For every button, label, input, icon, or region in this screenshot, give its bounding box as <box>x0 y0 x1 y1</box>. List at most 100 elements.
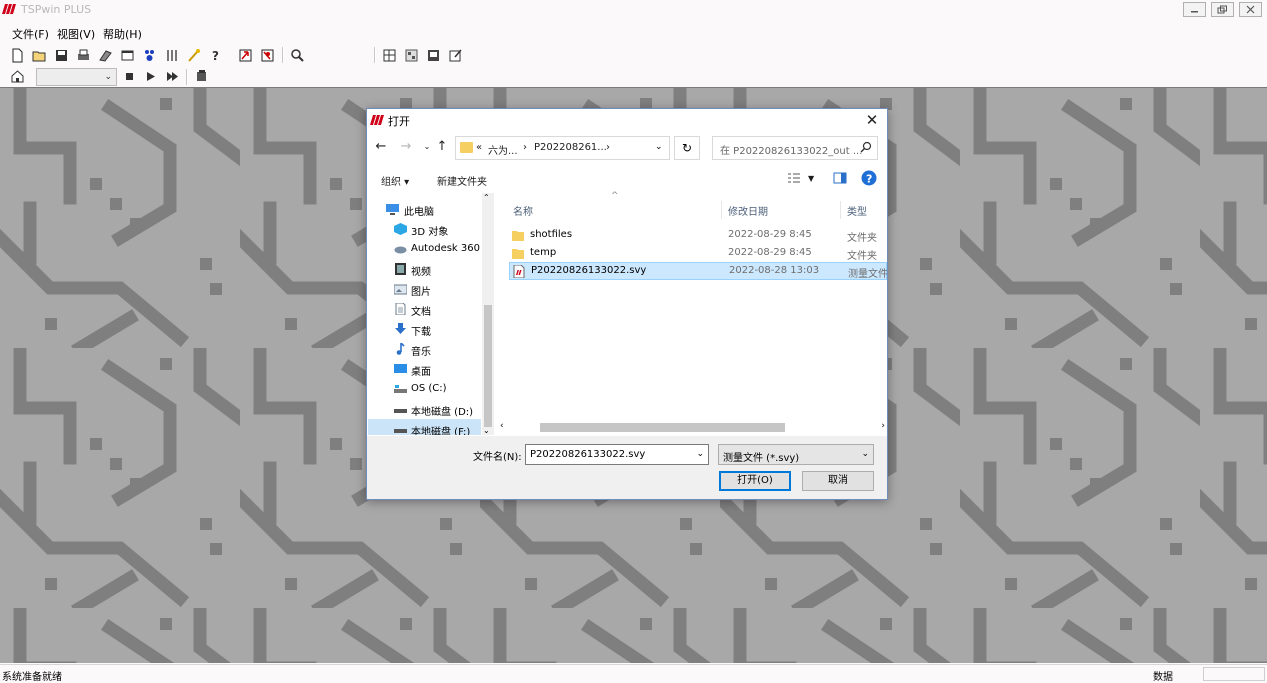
play-button[interactable] <box>141 67 159 85</box>
view-options-icon[interactable] <box>787 172 801 184</box>
breadcrumb-separator[interactable]: › <box>523 142 527 153</box>
menu-help[interactable]: 帮助(H) <box>103 26 142 42</box>
new-folder-button[interactable]: 新建文件夹 <box>437 173 487 188</box>
home-button[interactable] <box>8 67 26 85</box>
file-date: 2022-08-28 13:03 <box>729 265 820 276</box>
edit-view-icon <box>449 49 462 61</box>
nav-item-3d-objects[interactable]: 3D 对象 <box>368 219 481 239</box>
column-header-date[interactable]: 修改日期 <box>728 203 768 218</box>
image-view-button[interactable] <box>424 46 442 64</box>
back-button[interactable]: ← <box>373 139 389 155</box>
new-button[interactable] <box>8 46 26 64</box>
organize-button[interactable]: 组织 ▾ <box>381 173 409 188</box>
save-button[interactable] <box>52 46 70 64</box>
nav-pane-scrollbar[interactable]: ⌃ ⌄ <box>482 193 494 435</box>
breadcrumb-segment[interactable]: P202208261... <box>534 142 607 153</box>
file-name: P20220826133022.svy <box>531 265 647 276</box>
filetype-select[interactable]: 测量文件 (*.svy) ⌄ <box>718 444 874 465</box>
nav-item-pictures[interactable]: 图片 <box>368 279 481 299</box>
device-button[interactable] <box>192 67 210 85</box>
nav-item-this-pc[interactable]: 此电脑 <box>368 199 481 219</box>
restore-button[interactable] <box>1211 2 1234 17</box>
stop-button[interactable] <box>120 67 138 85</box>
nav-item-drive-f[interactable]: 本地磁盘 (F:) <box>368 419 481 435</box>
up-button[interactable]: ↑ <box>434 139 450 155</box>
print-button[interactable] <box>74 46 92 64</box>
column-header-name[interactable]: 名称 <box>513 203 533 218</box>
close-window-button[interactable] <box>1239 2 1262 17</box>
nav-item-drive-c[interactable]: OS (C:) <box>368 379 481 399</box>
nav-item-label: 桌面 <box>411 367 431 378</box>
open-button[interactable]: 打开(O) <box>719 471 791 491</box>
nav-item-downloads[interactable]: 下载 <box>368 319 481 339</box>
wand-button[interactable] <box>184 46 202 64</box>
menu-view[interactable]: 视图(V) <box>57 26 95 42</box>
wand-icon <box>187 48 200 62</box>
import-icon <box>239 49 251 61</box>
toolbar-combo[interactable]: ⌄ <box>36 68 117 86</box>
secondary-toolbar <box>0 66 1267 86</box>
file-list-horizontal-scrollbar[interactable]: ‹ › <box>497 421 887 434</box>
print-preview-button[interactable] <box>96 46 114 64</box>
import-button[interactable] <box>236 46 254 64</box>
help-context-button[interactable]: ? <box>206 46 224 64</box>
status-indicator-label: 数据 <box>1153 672 1173 683</box>
filename-value[interactable]: P20220826133022.svy <box>530 449 645 460</box>
scroll-right-icon[interactable]: › <box>881 421 885 431</box>
recent-locations-button[interactable]: ⌄ <box>419 139 435 155</box>
app-logo-icon <box>370 115 384 125</box>
column-divider[interactable] <box>840 201 841 219</box>
nav-item-documents[interactable]: 文档 <box>368 299 481 319</box>
breadcrumb-segment[interactable]: 六为... <box>488 142 518 157</box>
edit-view-button[interactable] <box>446 46 464 64</box>
search-box[interactable]: 在 P20220826133022_out ... <box>712 136 878 160</box>
search-input[interactable]: 在 P20220826133022_out ... <box>720 142 862 157</box>
column-header-type[interactable]: 类型 <box>847 203 867 218</box>
save-icon <box>55 49 67 61</box>
open-button[interactable] <box>30 46 48 64</box>
paw-icon <box>144 49 154 61</box>
nav-item-autodesk-360[interactable]: Autodesk 360 <box>368 239 481 259</box>
file-row-temp[interactable]: temp 2022-08-29 8:45 文件夹 <box>509 245 887 263</box>
tile-view-button[interactable] <box>402 46 420 64</box>
file-type: 文件夹 <box>847 251 877 262</box>
export-button[interactable] <box>258 46 276 64</box>
scroll-left-icon[interactable]: ‹ <box>500 421 504 431</box>
paw-button[interactable] <box>140 46 158 64</box>
nav-item-videos[interactable]: 视频 <box>368 259 481 279</box>
file-row-svy[interactable]: P20220826133022.svy 2022-08-28 13:03 测量文… <box>509 262 887 280</box>
minimize-button[interactable] <box>1183 2 1206 17</box>
menu-file[interactable]: 文件(F) <box>12 26 49 42</box>
nav-item-drive-d[interactable]: 本地磁盘 (D:) <box>368 399 481 419</box>
scroll-up-icon[interactable]: ⌃ <box>483 193 490 202</box>
scrollbar-thumb[interactable] <box>484 305 492 427</box>
chevron-down-icon[interactable]: ⌄ <box>655 142 663 152</box>
step-button[interactable] <box>163 67 181 85</box>
help-icon[interactable]: ? <box>861 170 877 186</box>
file-type: 文件夹 <box>847 233 877 244</box>
preview-pane-icon[interactable] <box>833 172 847 184</box>
nav-item-music[interactable]: 音乐 <box>368 339 481 359</box>
view-dropdown-icon[interactable]: ▼ <box>808 174 814 183</box>
file-row-shotfiles[interactable]: shotfiles 2022-08-29 8:45 文件夹 <box>509 227 887 245</box>
document-icon <box>395 303 406 315</box>
columns-button[interactable] <box>162 46 180 64</box>
address-overflow[interactable]: « <box>476 142 482 153</box>
breadcrumb-separator[interactable]: › <box>606 142 610 153</box>
grid-view-button[interactable] <box>380 46 398 64</box>
scroll-down-icon[interactable]: ⌄ <box>483 426 490 435</box>
chevron-down-icon: ⌄ <box>861 449 869 459</box>
window-button[interactable] <box>118 46 136 64</box>
filename-input[interactable]: P20220826133022.svy ⌄ <box>525 444 709 465</box>
scrollbar-thumb[interactable] <box>540 423 785 432</box>
nav-item-desktop[interactable]: 桌面 <box>368 359 481 379</box>
chevron-down-icon[interactable]: ⌄ <box>696 449 704 459</box>
dialog-close-button[interactable]: ✕ <box>863 111 881 129</box>
folder-icon <box>460 142 473 153</box>
refresh-button[interactable]: ↻ <box>674 136 700 160</box>
zoom-button[interactable] <box>288 46 306 64</box>
address-bar[interactable]: « 六为... › P202208261... › ⌄ <box>455 136 670 160</box>
column-divider[interactable] <box>721 201 722 219</box>
forward-button[interactable]: → <box>398 139 414 155</box>
cancel-button[interactable]: 取消 <box>802 471 874 491</box>
